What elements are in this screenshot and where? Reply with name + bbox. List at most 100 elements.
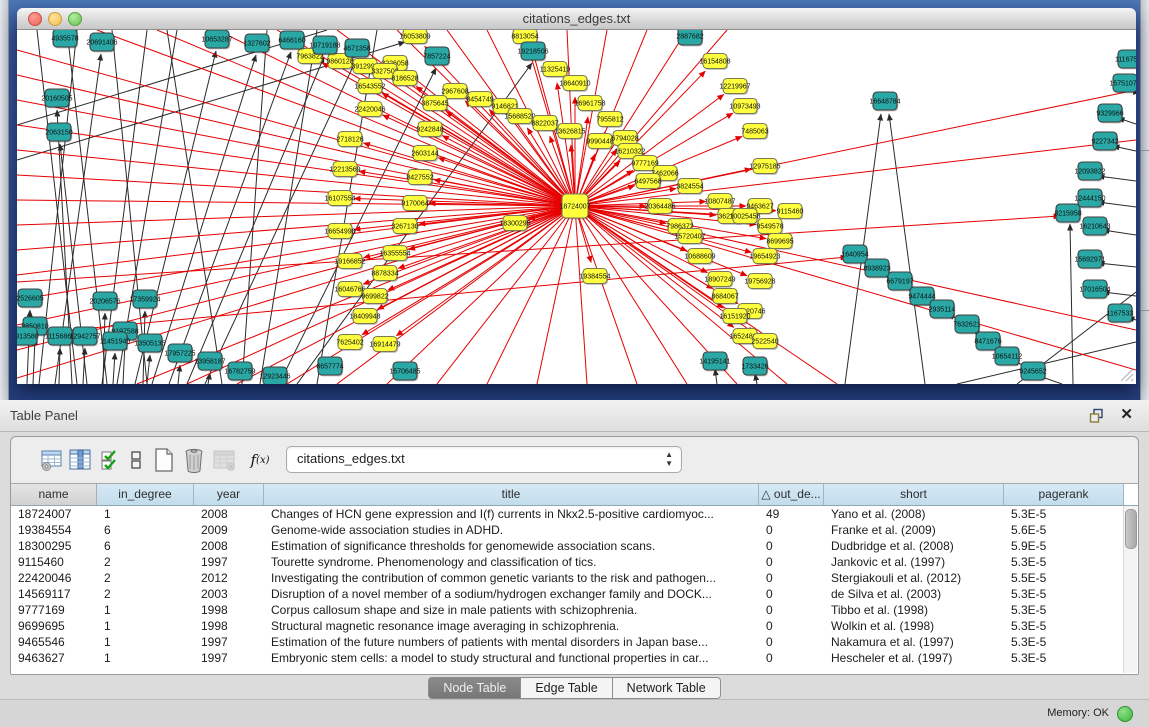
graph-node[interactable]: 11451940 bbox=[100, 332, 131, 351]
table-row[interactable]: 969969511998Structural magnetic resonanc… bbox=[11, 618, 1138, 634]
graph-node[interactable]: 19756928 bbox=[744, 274, 775, 290]
graph-node[interactable]: 12975185 bbox=[749, 159, 780, 175]
graph-edge[interactable] bbox=[17, 50, 575, 206]
graph-node[interactable]: 16782759 bbox=[224, 362, 255, 381]
graph-node[interactable]: 9990448 bbox=[586, 134, 613, 150]
select-columns-icon[interactable] bbox=[97, 447, 123, 473]
graph-node[interactable]: 8427552 bbox=[406, 170, 433, 186]
delete-table-icon[interactable] bbox=[181, 447, 207, 473]
table-scrollbar-thumb[interactable] bbox=[1125, 509, 1137, 549]
graph-node[interactable]: 17359924 bbox=[129, 290, 160, 309]
graph-node[interactable]: 15692971 bbox=[1074, 250, 1105, 269]
graph-node[interactable]: 12219967 bbox=[719, 79, 750, 95]
graph-node[interactable]: 19384554 bbox=[579, 269, 610, 285]
graph-node[interactable]: 16355554 bbox=[379, 246, 410, 262]
graph-node[interactable]: 12942757 bbox=[69, 327, 100, 346]
graph-edge[interactable] bbox=[113, 353, 115, 384]
table-row[interactable]: 1938455462009Genome-wide association stu… bbox=[11, 522, 1138, 538]
graph-node[interactable]: 12213569 bbox=[329, 162, 360, 178]
table-row[interactable]: 911546021997Tourette syndrome. Phenomeno… bbox=[11, 554, 1138, 570]
graph-node[interactable]: 9115460 bbox=[777, 204, 804, 220]
graph-node[interactable]: 1733426 bbox=[741, 357, 768, 376]
graph-node[interactable]: 19166852 bbox=[334, 254, 365, 270]
graph-node[interactable]: 2887682 bbox=[676, 30, 703, 46]
graph-node[interactable]: 7625402 bbox=[336, 335, 363, 351]
graph-node[interactable]: 16914479 bbox=[369, 337, 400, 353]
tab-network-table[interactable]: Network Table bbox=[613, 677, 721, 699]
graph-node[interactable]: 18640910 bbox=[559, 76, 590, 92]
graph-node[interactable]: 16654998 bbox=[324, 224, 355, 240]
graph-node[interactable]: 7485063 bbox=[741, 124, 768, 140]
graph-edge[interactable] bbox=[17, 125, 575, 206]
graph-node[interactable]: 8186528 bbox=[391, 71, 418, 87]
graph-node[interactable]: 3824554 bbox=[676, 179, 703, 195]
close-panel-icon[interactable]: ✕ bbox=[1120, 407, 1133, 423]
table-scrollbar[interactable] bbox=[1123, 506, 1137, 673]
import-table-icon[interactable] bbox=[211, 447, 237, 473]
new-table-icon[interactable] bbox=[151, 447, 177, 473]
graph-node[interactable]: 10973493 bbox=[729, 99, 760, 115]
graph-node[interactable]: 16210643 bbox=[1079, 217, 1110, 236]
graph-edge[interactable] bbox=[889, 114, 925, 384]
graph-node[interactable]: 9227342 bbox=[1091, 132, 1118, 151]
graph-node[interactable]: 4671358 bbox=[343, 39, 370, 58]
network-canvas[interactable]: 1605380988130543226058986012879638223912… bbox=[17, 30, 1136, 384]
graph-node[interactable]: 9245652 bbox=[1019, 362, 1046, 381]
graph-node[interactable]: 7955812 bbox=[596, 112, 623, 128]
table-selector-dropdown[interactable]: citations_edges.txt ▲▼ bbox=[286, 446, 682, 473]
graph-node[interactable]: 20364486 bbox=[644, 199, 675, 215]
control-panel-splitter[interactable] bbox=[0, 0, 9, 400]
graph-node[interactable]: 13626815 bbox=[554, 124, 585, 140]
graph-node[interactable]: 10688609 bbox=[684, 249, 715, 265]
graph-node[interactable]: 9549578 bbox=[756, 219, 783, 235]
graph-node[interactable]: 1167533 bbox=[1107, 304, 1134, 323]
graph-node[interactable]: 15751074 bbox=[1109, 74, 1136, 93]
graph-edge[interactable] bbox=[167, 30, 222, 384]
graph-node[interactable]: 8215958 bbox=[1054, 204, 1081, 223]
graph-node[interactable]: 16053809 bbox=[399, 30, 430, 45]
graph-node[interactable]: 9242848 bbox=[416, 122, 443, 138]
graph-node[interactable]: 8938923 bbox=[863, 259, 890, 278]
graph-node[interactable]: 9170064 bbox=[401, 196, 428, 212]
graph-node[interactable]: 16961758 bbox=[574, 96, 605, 112]
graph-node[interactable]: 16543552 bbox=[354, 79, 385, 95]
network-window-titlebar[interactable]: citations_edges.txt bbox=[17, 8, 1136, 30]
graph-edge[interactable] bbox=[575, 206, 587, 384]
tab-edge-table[interactable]: Edge Table bbox=[521, 677, 612, 699]
graph-edge[interactable] bbox=[537, 206, 575, 384]
graph-node[interactable]: 20206576 bbox=[89, 292, 120, 311]
graph-node[interactable]: 10719188 bbox=[309, 36, 340, 55]
column-header-name[interactable]: name bbox=[11, 484, 97, 505]
graph-node[interactable]: 14195141 bbox=[699, 352, 730, 371]
graph-node[interactable]: 6679197 bbox=[886, 272, 913, 291]
column-header-pagerank[interactable]: pagerank bbox=[1004, 484, 1124, 505]
graph-node[interactable]: 8684067 bbox=[711, 289, 738, 305]
graph-node[interactable]: 3913580 bbox=[17, 327, 39, 346]
table-row[interactable]: 946554611997Estimation of the future num… bbox=[11, 634, 1138, 650]
network-graph[interactable]: 1605380988130543226058986012879638223912… bbox=[17, 30, 1136, 384]
graph-node[interactable]: 20691406 bbox=[86, 33, 117, 52]
graph-node[interactable]: 19654923 bbox=[749, 249, 780, 265]
graph-edge[interactable] bbox=[1098, 263, 1136, 267]
graph-edge[interactable] bbox=[178, 365, 180, 384]
row-height-icon[interactable] bbox=[123, 447, 149, 473]
table-settings-icon[interactable] bbox=[39, 447, 65, 473]
column-header-short[interactable]: short bbox=[824, 484, 1004, 505]
graph-node[interactable]: 2718126 bbox=[336, 132, 363, 148]
graph-node[interactable]: 10654112 bbox=[992, 347, 1023, 366]
column-header-year[interactable]: year bbox=[194, 484, 264, 505]
graph-node[interactable]: 4935578 bbox=[51, 30, 78, 48]
graph-edge[interactable] bbox=[575, 206, 1136, 370]
graph-node[interactable]: 7632621 bbox=[953, 315, 980, 334]
table-row[interactable]: 1830029562008Estimation of significance … bbox=[11, 538, 1138, 554]
column-header-out_de[interactable]: △ out_de... bbox=[759, 484, 824, 505]
graph-edge[interactable] bbox=[437, 206, 575, 384]
graph-edge[interactable] bbox=[1098, 202, 1136, 207]
table-row[interactable]: 977716911998Corpus callosum shape and si… bbox=[11, 602, 1138, 618]
graph-node[interactable]: 1640954 bbox=[841, 245, 868, 264]
graph-node[interactable]: 9329966 bbox=[1096, 104, 1123, 123]
graph-node[interactable]: 12093822 bbox=[1074, 162, 1105, 181]
table-row[interactable]: 2242004622012Investigating the contribut… bbox=[11, 570, 1138, 586]
graph-node[interactable]: 20160505 bbox=[41, 89, 72, 108]
graph-node[interactable]: 2935114 bbox=[929, 300, 956, 319]
